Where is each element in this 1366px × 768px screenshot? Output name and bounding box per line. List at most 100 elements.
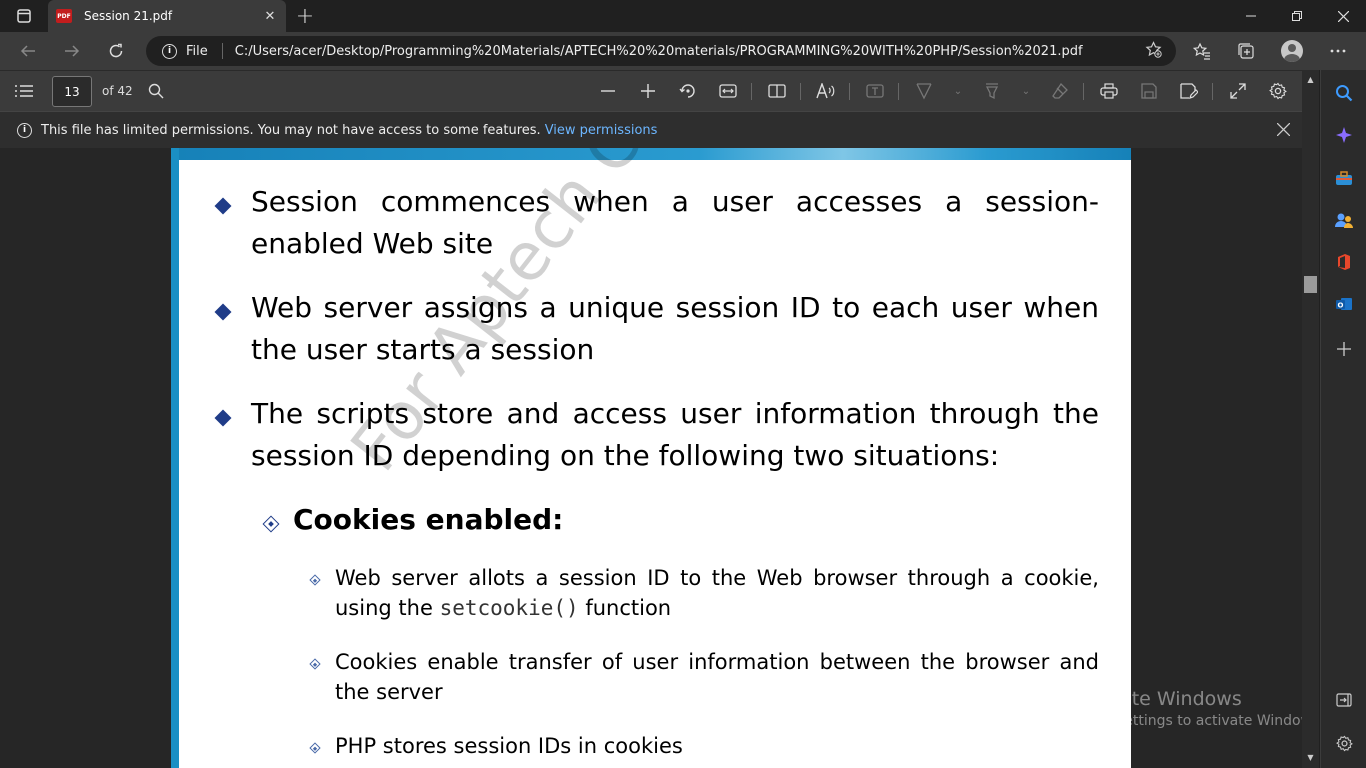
back-button[interactable] (12, 35, 44, 67)
more-icon (1330, 49, 1346, 53)
sidebar-hide-button[interactable] (1329, 685, 1359, 715)
panel-collapse-icon (1336, 693, 1352, 707)
toolbar-divider (898, 83, 899, 100)
bullet-text: Web server assigns a unique session ID t… (251, 291, 1099, 366)
minimize-button[interactable] (1228, 0, 1274, 32)
info-icon[interactable]: i (162, 43, 177, 59)
draw-options-chevron-down-icon[interactable]: ⌄ (943, 76, 973, 106)
refresh-button[interactable] (100, 35, 132, 67)
tab-close-icon[interactable]: ✕ (262, 9, 278, 24)
slide-header-band (171, 148, 1131, 160)
rotate-icon (679, 84, 695, 98)
page-number-input[interactable] (52, 76, 92, 107)
sidebar-settings-button[interactable] (1329, 728, 1359, 758)
sidebar-search-button[interactable] (1329, 78, 1359, 108)
save-as-button[interactable] (1174, 76, 1204, 106)
plus-icon (641, 84, 655, 98)
tab-session-pdf[interactable]: PDF Session 21.pdf ✕ (48, 0, 286, 32)
page-view-button[interactable] (762, 76, 792, 106)
scroll-thumb[interactable] (1304, 276, 1317, 293)
gear-icon (1335, 735, 1353, 751)
sub-bullet-text: PHP stores session IDs in cookies (335, 734, 683, 758)
close-window-button[interactable] (1320, 0, 1366, 32)
list-icon (15, 85, 33, 97)
activate-windows-overlay: Activate Windows Go to Settings to activ… (1073, 688, 1324, 729)
sub-heading: Cookies enabled: (293, 503, 564, 536)
tab-actions-button[interactable] (0, 0, 48, 32)
restore-button[interactable] (1274, 0, 1320, 32)
add-favorite-icon[interactable] (1145, 40, 1162, 62)
sparkle-icon (1336, 127, 1352, 143)
arrow-left-icon (20, 45, 35, 57)
read-aloud-icon (816, 83, 835, 99)
sidebar-office-button[interactable] (1329, 247, 1359, 277)
scroll-up-icon[interactable]: ▲ (1302, 72, 1319, 86)
sidebar-copilot-button[interactable] (1329, 120, 1359, 150)
sub-bullet-text: Web server allots a session ID to the We… (335, 563, 1099, 623)
bullet-text: The scripts store and access user inform… (251, 397, 1099, 472)
new-tab-button[interactable]: + (292, 3, 318, 29)
sub-bullet-text-part: function (585, 596, 672, 620)
save-button[interactable] (1134, 76, 1164, 106)
close-notice-button[interactable] (1276, 120, 1291, 141)
page-view-icon (768, 84, 786, 98)
pdf-toolbar: of 42 ⌄ ⌄ (0, 70, 1302, 111)
zoom-out-button[interactable] (593, 76, 623, 106)
bullet-diamond-icon (214, 409, 232, 427)
tab-title: Session 21.pdf (84, 9, 173, 23)
highlight-button[interactable] (977, 76, 1007, 106)
office-icon (1338, 254, 1350, 270)
toolbar-divider (751, 83, 752, 100)
view-permissions-link[interactable]: View permissions (545, 123, 658, 138)
document-viewer[interactable]: Session commences when a user accesses a… (0, 148, 1302, 768)
edge-sidebar: O (1320, 70, 1366, 768)
bullet-diamond-icon (214, 197, 232, 215)
permissions-notice: i This file has limited permissions. You… (0, 111, 1302, 148)
sidebar-games-button[interactable] (1329, 205, 1359, 235)
forward-button[interactable] (56, 35, 88, 67)
sub-bullet-text: Cookies enable transfer of user informat… (335, 650, 1099, 704)
scroll-down-icon[interactable]: ▼ (1302, 750, 1319, 764)
avatar (1281, 40, 1303, 62)
erase-button[interactable] (1045, 76, 1075, 106)
url-text[interactable]: C:/Users/acer/Desktop/Programming%20Mate… (235, 44, 1083, 59)
activate-title: Activate Windows (1073, 688, 1242, 710)
highlight-options-chevron-down-icon[interactable]: ⌄ (1011, 76, 1041, 106)
favorites-button[interactable] (1186, 35, 1218, 67)
add-text-button[interactable] (860, 76, 890, 106)
code-setcookie: setcookie() (439, 596, 579, 620)
pdf-settings-button[interactable] (1263, 76, 1293, 106)
contents-button[interactable] (9, 76, 39, 106)
read-aloud-button[interactable] (811, 76, 841, 106)
draw-button[interactable] (909, 76, 939, 106)
arrow-right-icon (65, 45, 80, 57)
gear-icon (1269, 82, 1287, 100)
rotate-button[interactable] (673, 76, 703, 106)
plus-icon (1337, 342, 1351, 356)
sub-bullet-diamond-icon (262, 515, 280, 533)
favorites-icon (1193, 42, 1210, 60)
fit-to-width-button[interactable] (713, 76, 743, 106)
find-button[interactable] (141, 76, 171, 106)
outlook-icon: O (1336, 298, 1352, 310)
info-icon: i (17, 122, 32, 138)
minus-icon (601, 90, 615, 92)
print-button[interactable] (1094, 76, 1124, 106)
collections-button[interactable] (1230, 35, 1262, 67)
fullscreen-button[interactable] (1223, 76, 1253, 106)
svg-text:O: O (1338, 301, 1344, 309)
settings-more-button[interactable] (1322, 35, 1354, 67)
activate-subtitle: Go to Settings to activate Windows. (1073, 713, 1324, 729)
url-bar[interactable]: i File C:/Users/acer/Desktop/Programming… (146, 36, 1176, 66)
printer-icon (1100, 83, 1118, 99)
zoom-in-button[interactable] (633, 76, 663, 106)
fit-width-icon (719, 84, 737, 98)
vertical-scrollbar[interactable]: ▲ ▼ (1302, 70, 1319, 768)
save-icon (1141, 83, 1157, 99)
sidebar-outlook-button[interactable]: O (1329, 289, 1359, 319)
toolbar-divider (1212, 83, 1213, 100)
sidebar-add-button[interactable] (1329, 334, 1359, 364)
highlighter-icon (985, 83, 999, 100)
sidebar-tools-button[interactable] (1329, 163, 1359, 193)
profile-button[interactable] (1276, 35, 1308, 67)
